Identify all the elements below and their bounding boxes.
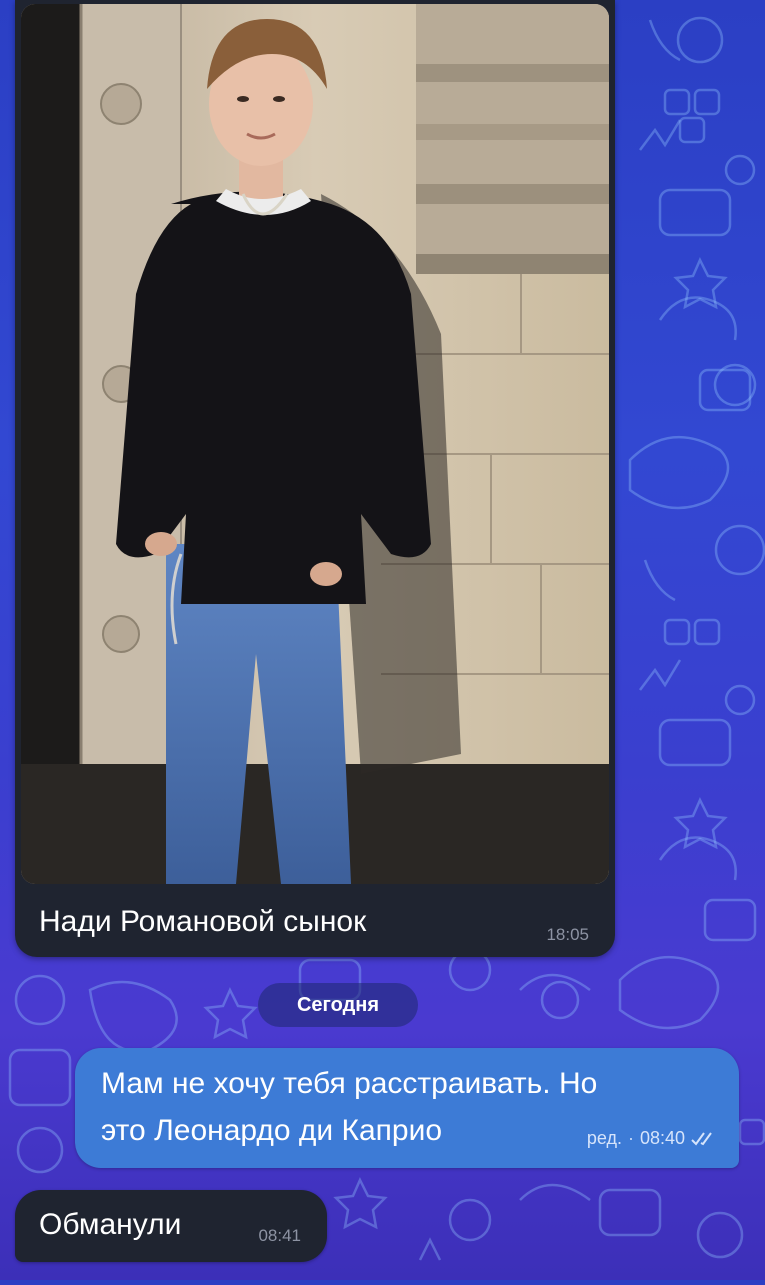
edited-label: ред. [586, 1128, 622, 1148]
double-check-icon [691, 1131, 717, 1147]
incoming-message[interactable]: Обманули 08:41 [15, 1190, 327, 1262]
incoming-message-text: Обманули [39, 1208, 182, 1241]
date-separator: Сегодня [258, 983, 418, 1027]
outgoing-message-text-line2: это Леонардо ди Каприо [101, 1114, 443, 1147]
message-time: 08:40 [639, 1128, 685, 1148]
message-time: 18:05 [546, 925, 589, 944]
incoming-photo-message[interactable]: Нади Романовой сынок 18:05 [15, 0, 615, 957]
outgoing-message-text-line1: Мам не хочу тебя расстраивать. Но [101, 1067, 598, 1100]
message-meta: ред. · 08:40 [587, 1128, 717, 1149]
outgoing-message[interactable]: Мам не хочу тебя расстраивать. Но это Ле… [75, 1048, 739, 1168]
message-photo[interactable] [21, 4, 609, 884]
message-time: 08:41 [258, 1226, 301, 1245]
date-separator-label: Сегодня [296, 993, 380, 1016]
meta-separator: · [627, 1128, 634, 1148]
photo-caption: Нади Романовой сынок [39, 905, 367, 938]
